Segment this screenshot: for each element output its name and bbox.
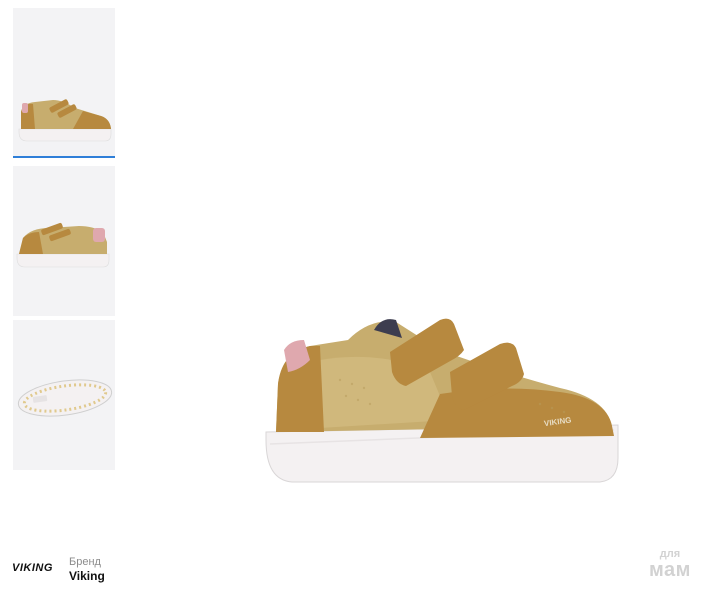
shoe-side-thumbnail-image bbox=[18, 99, 112, 142]
shoe-sole-thumbnail-image bbox=[17, 379, 113, 417]
thumbnail-sole-view[interactable] bbox=[13, 320, 115, 470]
brand-caption: Бренд bbox=[69, 556, 101, 568]
shoe-main-image: VIKING bbox=[265, 318, 619, 483]
thumbnail-side-view[interactable] bbox=[13, 8, 115, 158]
brand-logo[interactable]: VIKING bbox=[12, 562, 53, 574]
site-watermark: для мам bbox=[634, 549, 706, 581]
main-product-image: VIKING bbox=[120, 0, 710, 540]
active-thumbnail-indicator bbox=[13, 156, 115, 158]
shoe-angle-thumbnail-image bbox=[16, 222, 110, 268]
thumbnail-angle-view[interactable] bbox=[13, 166, 115, 316]
brand-name-link[interactable]: Viking bbox=[69, 569, 105, 583]
watermark-line2: мам bbox=[649, 559, 691, 581]
brand-section: VIKING Бренд Viking bbox=[0, 548, 710, 589]
